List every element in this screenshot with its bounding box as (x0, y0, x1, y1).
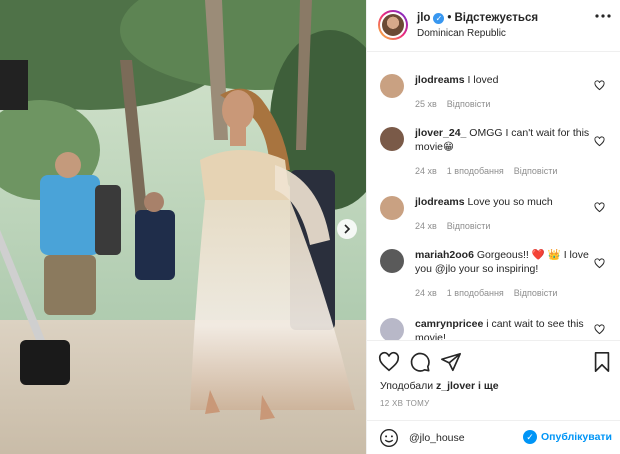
author-avatar[interactable] (378, 10, 408, 40)
comment-avatar[interactable] (380, 74, 404, 98)
check-circle-icon: ✓ (523, 430, 537, 444)
follow-status[interactable]: Відстежується (454, 12, 538, 24)
comment-time[interactable]: 24 хв (415, 166, 437, 176)
author-row: jlo ✓ • Відстежується (417, 12, 538, 24)
more-options-icon[interactable] (595, 14, 611, 18)
comment-time[interactable]: 24 хв (415, 221, 437, 231)
heart-icon[interactable] (594, 324, 605, 335)
author-avatar-border (380, 12, 406, 38)
emoji-icon[interactable] (379, 428, 399, 448)
post-header: jlo ✓ • Відстежується Dominican Republic (367, 0, 620, 52)
comment-text-block: jlodreams Love you so much (415, 195, 590, 209)
comment-text: I loved (467, 74, 499, 86)
comment-meta: 24 хв 1 вподобання Відповісти (415, 288, 557, 298)
comment-text-block: jlodreams I loved (415, 73, 590, 87)
publish-button[interactable]: ✓ Опублікувати (523, 430, 612, 444)
verified-badge-icon: ✓ (433, 12, 445, 24)
bookmark-icon[interactable] (591, 351, 613, 373)
comment-username[interactable]: jlodreams (415, 74, 465, 86)
comment-time[interactable]: 24 хв (415, 288, 437, 298)
publish-label: Опублікувати (541, 431, 613, 443)
comment-avatar[interactable] (380, 196, 404, 220)
comment-username[interactable]: jlover_24_ (415, 127, 466, 139)
comment-meta: 25 хв Відповісти (415, 99, 490, 109)
comment-reply[interactable]: Відповісти (514, 288, 558, 298)
comment-text-block: camrynpricee i cant wait to see this mov… (415, 317, 590, 340)
heart-icon[interactable] (594, 258, 605, 269)
add-comment-bar: ✓ Опублікувати (367, 420, 620, 454)
comment-reply[interactable]: Відповісти (514, 166, 558, 176)
comment-text-block: mariah2oo6 Gorgeous!! ❤️ 👑 I love you @j… (415, 248, 590, 276)
heart-icon[interactable] (594, 80, 605, 91)
carousel-next-button[interactable] (337, 219, 357, 239)
liked-by-line: Уподобали z_jlover і ще (380, 380, 499, 392)
comment-username[interactable]: camrynpricee (415, 318, 483, 330)
post-location[interactable]: Dominican Republic (417, 28, 506, 39)
post-timestamp[interactable]: 12 ХВ ТОМУ (380, 399, 430, 408)
comment-text-block: jlover_24_ OMGG I can't wait for this mo… (415, 126, 590, 154)
chevron-right-icon (344, 224, 351, 234)
comment-likes[interactable]: 1 вподобання (447, 288, 504, 298)
comment-username[interactable]: jlodreams (415, 196, 465, 208)
share-send-icon[interactable] (440, 351, 462, 373)
comments-list: jlodreams I loved 25 хв Відповісти jlove… (367, 53, 620, 340)
comment-likes[interactable]: 1 вподобання (447, 166, 504, 176)
author-username[interactable]: jlo (417, 12, 430, 24)
comment-text: Love you so much (467, 196, 553, 208)
liked-by-prefix: Уподобали (380, 380, 434, 392)
separator-dot: • (447, 12, 452, 24)
comment-username[interactable]: mariah2oo6 (415, 249, 474, 261)
post-side-panel: jlo ✓ • Відстежується Dominican Republic… (366, 0, 620, 454)
author-avatar-image (382, 14, 404, 36)
comment-time[interactable]: 25 хв (415, 99, 437, 109)
post-photo[interactable] (0, 0, 366, 454)
comment-reply[interactable]: Відповісти (447, 221, 491, 231)
comment-meta: 24 хв Відповісти (415, 221, 490, 231)
post-image (0, 0, 366, 454)
comment-avatar[interactable] (380, 249, 404, 273)
post-actions: Уподобали z_jlover і ще 12 ХВ ТОМУ ✓ Опу… (367, 340, 620, 454)
heart-icon[interactable] (594, 136, 605, 147)
comment-meta: 24 хв 1 вподобання Відповісти (415, 166, 557, 176)
comment-bubble-icon[interactable] (409, 351, 431, 373)
liked-by-user[interactable]: z_jlover (436, 380, 475, 392)
like-heart-icon[interactable] (378, 351, 400, 373)
comment-avatar[interactable] (380, 127, 404, 151)
heart-icon[interactable] (594, 202, 605, 213)
comment-reply[interactable]: Відповісти (447, 99, 491, 109)
comment-avatar[interactable] (380, 318, 404, 340)
liked-by-others[interactable]: і ще (478, 380, 499, 392)
